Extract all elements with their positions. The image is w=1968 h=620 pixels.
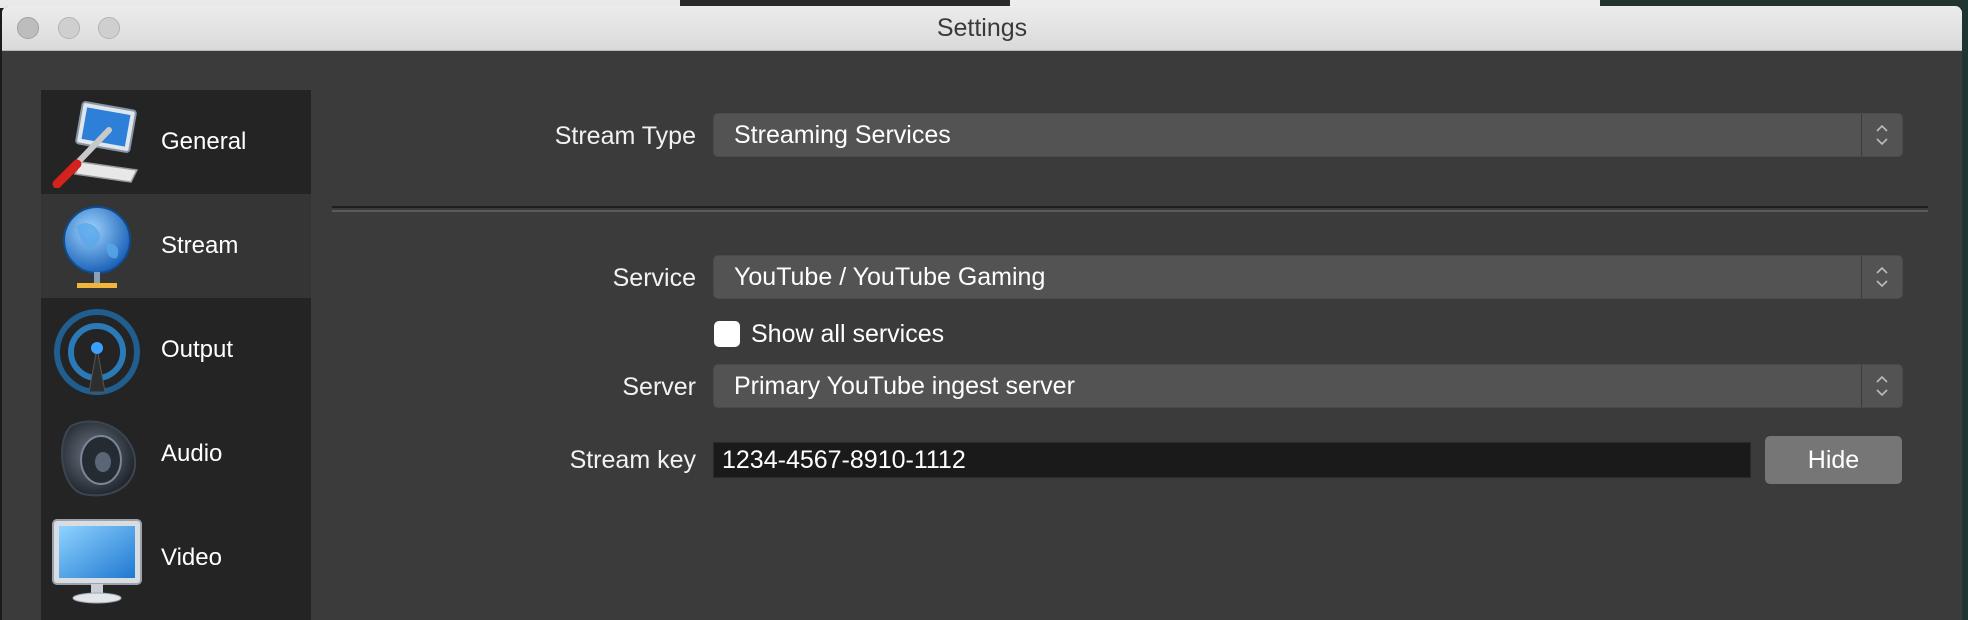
server-stepper-icon[interactable] [1861,365,1902,407]
stream-key-label: Stream key [569,446,696,474]
stream-globe-icon [63,206,131,288]
server-select[interactable]: Primary YouTube ingest server [713,364,1903,408]
server-label: Server [622,373,696,401]
stream-type-label: Stream Type [554,122,696,150]
hide-key-button[interactable]: Hide [1765,436,1902,484]
section-separator [332,206,1928,212]
service-value: YouTube / YouTube Gaming [734,263,1046,291]
sidebar-item-label: Video [161,544,222,571]
desktop-right-edge [1962,0,1968,620]
window-title: Settings [936,14,1028,42]
service-select[interactable]: YouTube / YouTube Gaming [713,255,1903,299]
audio-speaker-icon [60,420,137,497]
sidebar-item-label: Output [161,336,234,363]
general-tools-icon [52,101,139,188]
sidebar-item-output[interactable]: Output [41,298,311,402]
video-monitor-icon [52,519,142,604]
service-stepper-icon[interactable] [1861,256,1902,298]
sidebar-item-audio[interactable]: Audio [41,402,311,506]
stream-key-input[interactable]: 1234-4567-8910-1112 [713,442,1751,478]
stream-type-stepper-icon[interactable] [1861,114,1902,156]
sidebar-item-label: Audio [161,440,223,467]
sidebar-item-general[interactable]: General [41,90,311,194]
settings-sidebar: General Stream Output Audio Video [41,90,311,620]
sidebar-item-video[interactable]: Video [41,506,311,610]
stream-type-select[interactable]: Streaming Services [713,113,1903,157]
service-label: Service [612,264,696,292]
show-all-services-checkbox[interactable] [714,321,740,347]
settings-window: Settings General Stream Output Audio Vid… [2,6,1962,620]
stream-type-value: Streaming Services [734,121,951,149]
show-all-services-label: Show all services [751,320,945,348]
stream-key-value: 1234-4567-8910-1112 [722,446,966,474]
server-value: Primary YouTube ingest server [734,372,1075,400]
sidebar-item-label: General [161,128,247,155]
sidebar-item-stream[interactable]: Stream [41,194,311,298]
output-broadcast-icon [54,309,140,395]
sidebar-item-label: Stream [161,232,239,259]
title-bar: Settings [2,6,1962,51]
